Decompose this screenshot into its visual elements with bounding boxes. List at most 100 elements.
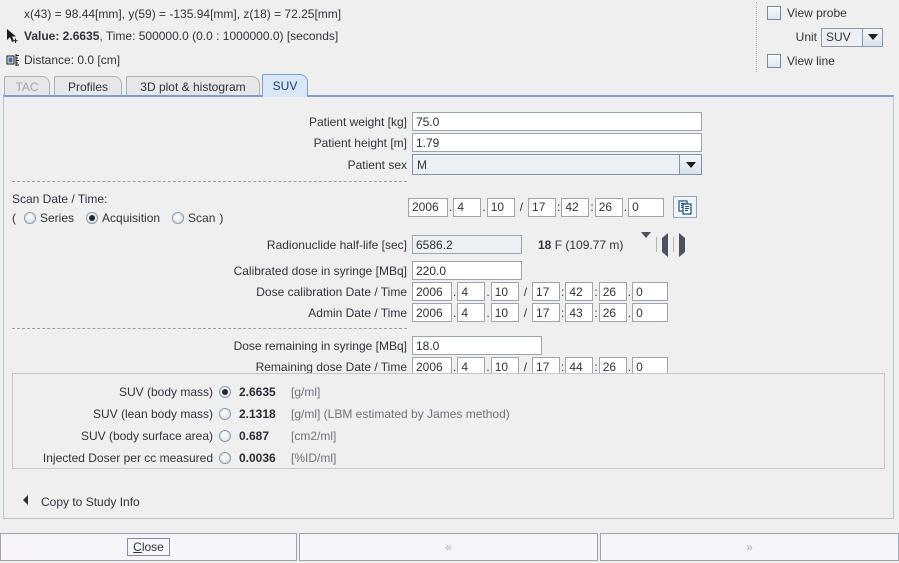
scan-date-month[interactable]: 4 (453, 197, 482, 217)
view-line-checkbox[interactable] (767, 54, 781, 68)
value-remainder: , Time: 500000.0 (0.0 : 1000000.0) [seco… (99, 29, 339, 43)
scan-datetime-label: Scan Date / Time: (12, 191, 108, 206)
caliper-measure-icon (2, 50, 24, 70)
dose-cal-day[interactable]: 10 (490, 282, 519, 301)
suv-tab-panel: Patient weight [kg] 75.0 Patient height … (3, 95, 894, 519)
result-row-body-mass[interactable]: SUV (body mass) 2.6635 [g/ml] (13, 382, 320, 402)
unit-label: Unit (795, 30, 817, 44)
patient-sex-row: Patient sex M (4, 154, 704, 175)
isotope-prev-button[interactable] (662, 232, 669, 257)
admin-year[interactable]: 2006 (412, 303, 452, 322)
result-radio-body-mass[interactable] (219, 386, 231, 398)
dose-cal-minute[interactable]: 42 (565, 282, 594, 301)
scan-source-paren-close: ) (219, 210, 224, 225)
patient-weight-label: Patient weight [kg] (308, 114, 407, 129)
result-value-body-surface-area: 0.687 (239, 429, 270, 443)
copy-to-study-info-label: Copy to Study Info (41, 494, 140, 509)
scan-source-acquisition-radio[interactable] (86, 211, 99, 224)
scan-time-second[interactable]: 26 (594, 197, 623, 217)
admin-hour[interactable]: 17 (532, 303, 561, 322)
scan-date-slash: / (519, 200, 524, 214)
dose-cal-year[interactable]: 2006 (412, 282, 452, 301)
nav-separator-2 (673, 237, 675, 252)
close-button[interactable]: Close (0, 533, 297, 561)
result-label-lean-body-mass: SUV (lean body mass) (92, 407, 213, 421)
isotope-dropdown-button[interactable] (641, 231, 652, 252)
patient-height-label: Patient height [m] (313, 135, 407, 150)
calibrated-dose-row: Calibrated dose in syringe [MBq] 220.0 (4, 261, 522, 280)
scan-time-hour[interactable]: 17 (528, 197, 557, 217)
result-label-injected-dose: Injected Doser per cc measured (42, 451, 213, 465)
admin-datetime-row: Admin Date / Time 2006 . 4 . 10 / 17 : 4… (4, 303, 669, 322)
arrow-left-icon (21, 494, 31, 509)
dose-cal-month[interactable]: 4 (457, 282, 486, 301)
patient-weight-input[interactable]: 75.0 (412, 112, 702, 131)
chevron-down-icon (685, 161, 696, 168)
tab-profiles[interactable]: Profiles (54, 76, 122, 97)
patient-sex-combobox[interactable]: M (412, 154, 702, 175)
dose-cal-hour[interactable]: 17 (532, 282, 561, 301)
remaining-dose-input[interactable]: 18.0 (412, 336, 542, 355)
separator-remaining (12, 328, 407, 329)
scan-source-acquisition[interactable]: Acquisition (82, 211, 160, 225)
scan-source-series-radio[interactable] (24, 211, 36, 224)
admin-fraction[interactable]: 0 (632, 303, 669, 322)
scan-source-paren-open: ( (12, 210, 16, 225)
scan-source-radio-group: ( Series Acquisition Scan ) (12, 208, 223, 227)
unit-combobox[interactable]: SUV (821, 27, 883, 47)
admin-slash: / (523, 305, 528, 320)
result-radio-body-surface-area[interactable] (219, 430, 231, 442)
nav-separator-1 (656, 237, 658, 252)
scan-source-scan-radio[interactable] (172, 211, 185, 224)
result-row-lean-body-mass[interactable]: SUV (lean body mass) 2.1318 [g/ml] (LBM … (13, 404, 510, 424)
isotope-next-button[interactable] (679, 232, 686, 257)
dose-cal-fraction[interactable]: 0 (632, 282, 669, 301)
copy-icon (678, 200, 692, 215)
result-value-lean-body-mass: 2.1318 (239, 407, 276, 421)
scan-source-series[interactable]: Series (20, 211, 74, 225)
tab-3d-plot-histogram-label: 3D plot & histogram (140, 80, 246, 94)
calibrated-dose-input[interactable]: 220.0 (412, 261, 522, 280)
tab-3d-plot-histogram[interactable]: 3D plot & histogram (126, 76, 260, 97)
view-line-row[interactable]: View line (767, 50, 883, 72)
scan-datetime-label-row: Scan Date / Time: (12, 189, 107, 208)
halflife-row: Radionuclide half-life [sec] 6586.2 18 F… (4, 231, 686, 257)
pointer-cursor-icon (2, 26, 24, 46)
admin-minute[interactable]: 43 (565, 303, 594, 322)
remaining-dose-row: Dose remaining in syringe [MBq] 18.0 (4, 336, 542, 355)
patient-sex-combobox-arrow[interactable] (679, 155, 701, 174)
copy-datetime-button[interactable] (673, 196, 698, 218)
admin-day[interactable]: 10 (490, 303, 519, 322)
scan-date-year[interactable]: 2006 (408, 197, 448, 217)
admin-date-fields: 2006 . 4 . 10 / 17 : 43 : 26 . 0 (412, 303, 669, 322)
view-probe-row[interactable]: View probe (767, 2, 883, 24)
result-label-body-surface-area: SUV (body surface area) (80, 429, 213, 443)
dose-cal-second[interactable]: 26 (598, 282, 627, 301)
unit-combobox-value: SUV (822, 28, 862, 46)
result-row-injected-dose[interactable]: Injected Doser per cc measured 0.0036 [%… (13, 448, 336, 468)
scan-source-scan[interactable]: Scan (168, 211, 215, 225)
admin-month[interactable]: 4 (457, 303, 486, 322)
result-radio-lean-body-mass[interactable] (219, 408, 231, 420)
patient-sex-value: M (413, 155, 679, 174)
remaining-slash: / (523, 359, 528, 374)
next-button-label: » (746, 540, 753, 554)
patient-height-input[interactable]: 1.79 (412, 133, 702, 152)
next-button[interactable]: » (600, 533, 899, 561)
unit-row: Unit SUV (767, 26, 883, 48)
halflife-input[interactable]: 6586.2 (412, 235, 522, 254)
result-radio-injected-dose[interactable] (219, 452, 231, 464)
unit-combobox-arrow[interactable] (862, 28, 882, 46)
previous-button[interactable]: « (299, 533, 598, 561)
tab-tac[interactable]: TAC (4, 76, 50, 97)
result-unit-lean-body-mass: [g/ml] (LBM estimated by James method) (291, 407, 510, 421)
scan-date-day[interactable]: 10 (486, 197, 515, 217)
copy-to-study-info-row[interactable]: Copy to Study Info (21, 494, 140, 509)
view-probe-checkbox[interactable] (767, 6, 781, 20)
scan-time-fraction[interactable]: 0 (628, 197, 665, 217)
dose-calibration-row: Dose calibration Date / Time 2006 . 4 . … (4, 282, 669, 301)
admin-second[interactable]: 26 (598, 303, 627, 322)
scan-time-minute[interactable]: 42 (561, 197, 590, 217)
tab-suv[interactable]: SUV (262, 74, 308, 97)
result-row-body-surface-area[interactable]: SUV (body surface area) 0.687 [cm2/ml] (13, 426, 336, 446)
